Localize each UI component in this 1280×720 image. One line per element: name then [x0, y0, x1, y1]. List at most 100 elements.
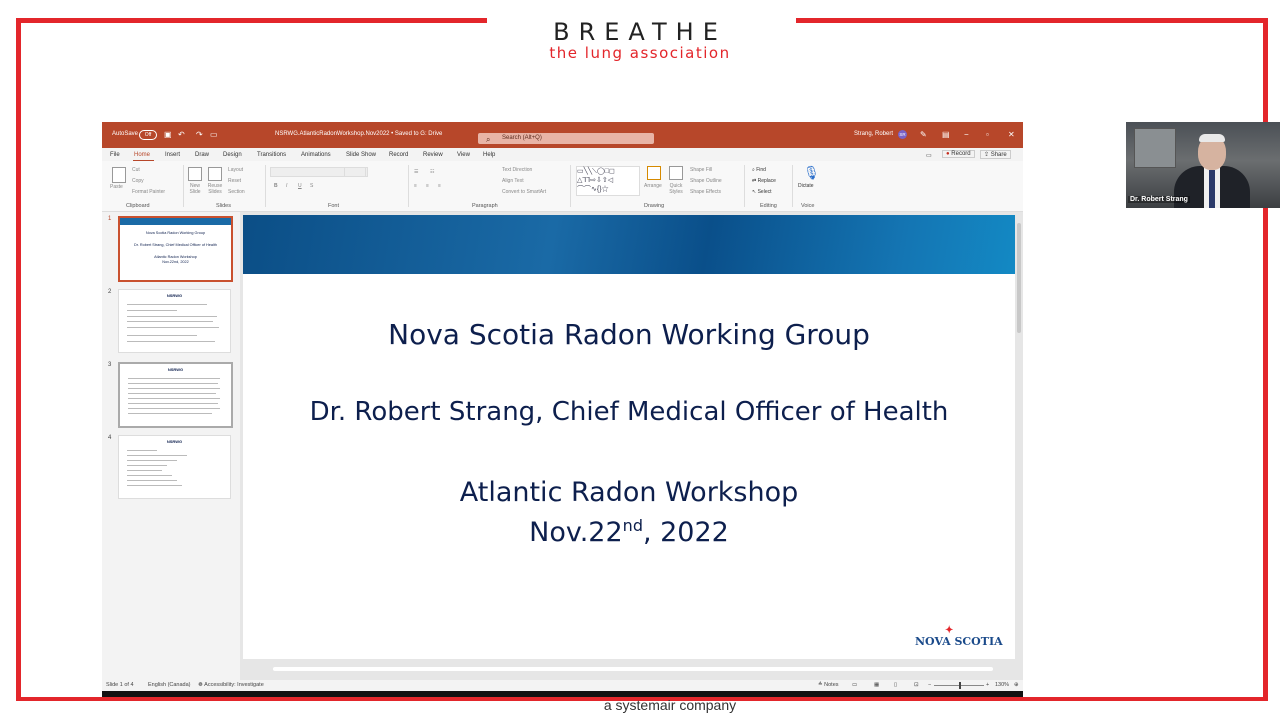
shape-outline-button[interactable]: Shape Outline: [690, 178, 722, 184]
paste-icon[interactable]: [112, 167, 126, 183]
ribbon-display-icon[interactable]: ▤: [942, 130, 950, 139]
record-button[interactable]: ● Record: [942, 150, 975, 158]
language-indicator[interactable]: English (Canada): [148, 682, 191, 688]
paste-button[interactable]: Paste: [110, 184, 123, 190]
shape-fill-button[interactable]: Shape Fill: [690, 167, 712, 173]
notes-button[interactable]: ≙ Notes: [818, 682, 839, 688]
cut-button[interactable]: Cut: [132, 167, 140, 173]
quick-styles-icon[interactable]: [669, 166, 683, 180]
scrollbar-thumb[interactable]: [273, 667, 993, 671]
zoom-out-icon[interactable]: −: [928, 682, 931, 688]
maximize-icon[interactable]: ▫: [986, 130, 989, 139]
tab-file[interactable]: File: [110, 152, 120, 158]
thumbnail-line: [127, 310, 177, 311]
microphone-icon[interactable]: 🎙: [803, 165, 820, 181]
frame-top-right: [796, 18, 1268, 23]
italic-icon[interactable]: I: [286, 183, 287, 189]
ribbon-separator: [265, 165, 266, 207]
comments-icon[interactable]: ▭: [926, 152, 932, 159]
arrange-icon[interactable]: [647, 166, 661, 180]
reuse-slides-icon[interactable]: [208, 167, 222, 181]
replace-button[interactable]: ⇄ Replace: [752, 178, 776, 184]
group-clipboard: Clipboard: [126, 203, 150, 209]
find-label: Find: [756, 167, 766, 173]
new-slide-icon[interactable]: [188, 167, 202, 181]
zoom-level[interactable]: 130%: [995, 682, 1009, 688]
text-direction-button[interactable]: Text Direction: [502, 167, 532, 173]
arrange-button[interactable]: Arrange: [644, 183, 662, 189]
bold-icon[interactable]: B: [274, 183, 278, 189]
numbering-icon[interactable]: ☷: [430, 169, 434, 175]
find-button[interactable]: ⌕ Find: [752, 167, 766, 173]
layout-button[interactable]: Layout: [228, 167, 243, 173]
align-left-icon[interactable]: ≡: [414, 183, 417, 189]
undo-icon[interactable]: ↶: [178, 130, 185, 139]
autosave-toggle[interactable]: Off: [139, 130, 157, 140]
tab-slide-show[interactable]: Slide Show: [346, 152, 376, 158]
slide-thumbnail-3[interactable]: NSRWG: [118, 362, 233, 428]
vertical-scrollbar[interactable]: [1016, 215, 1022, 659]
scrollbar-thumb[interactable]: [1017, 223, 1021, 333]
tab-insert[interactable]: Insert: [165, 152, 180, 158]
tab-draw[interactable]: Draw: [195, 152, 209, 158]
normal-view-icon[interactable]: ▭: [852, 682, 857, 688]
shape-effects-button[interactable]: Shape Effects: [690, 189, 721, 195]
reading-view-icon[interactable]: ▯: [894, 682, 897, 688]
zoom-slider-thumb[interactable]: [959, 682, 961, 689]
align-right-icon[interactable]: ≡: [438, 183, 441, 189]
copy-button[interactable]: Copy: [132, 178, 144, 184]
slide-date-year: , 2022: [642, 517, 729, 548]
zoom-in-icon[interactable]: +: [986, 682, 989, 688]
thumbnail-number: 2: [108, 289, 112, 295]
align-center-icon[interactable]: ≡: [426, 183, 429, 189]
section-button[interactable]: Section: [228, 189, 245, 195]
select-button[interactable]: ↖ Select: [752, 189, 772, 195]
fit-slide-icon[interactable]: ⊕: [1014, 682, 1019, 688]
reuse-slides-button[interactable]: Reuse Slides: [206, 183, 224, 195]
pen-icon[interactable]: ✎: [920, 130, 927, 139]
shadow-icon[interactable]: S: [310, 183, 313, 189]
horizontal-scrollbar[interactable]: [243, 665, 1015, 673]
align-text-button[interactable]: Align Text: [502, 178, 524, 184]
user-name[interactable]: Strang, Robert: [854, 131, 893, 137]
slide-date-main: Nov.22: [529, 517, 623, 548]
tab-animations[interactable]: Animations: [301, 152, 331, 158]
convert-smartart-button[interactable]: Convert to SmartArt: [502, 189, 546, 195]
ribbon-separator: [183, 165, 184, 207]
slide-sorter-icon[interactable]: ▦: [874, 682, 879, 688]
share-label: Share: [990, 152, 1007, 158]
close-icon[interactable]: ✕: [1008, 130, 1015, 139]
tab-help[interactable]: Help: [483, 152, 495, 158]
tab-design[interactable]: Design: [223, 152, 242, 158]
tab-view[interactable]: View: [457, 152, 470, 158]
tab-transitions[interactable]: Transitions: [257, 152, 286, 158]
search-input[interactable]: ⌕ Search (Alt+Q): [478, 133, 654, 144]
slideshow-icon[interactable]: ⊡: [914, 682, 919, 688]
tab-record[interactable]: Record: [389, 152, 408, 158]
dictate-button[interactable]: Dictate: [798, 183, 814, 189]
tab-home[interactable]: Home: [134, 152, 150, 158]
font-size-dropdown[interactable]: [344, 167, 366, 177]
file-title[interactable]: NSRWG.AtlanticRadonWorkshop.Nov2022 • Sa…: [275, 131, 442, 137]
reset-button[interactable]: Reset: [228, 178, 241, 184]
tab-review[interactable]: Review: [423, 152, 443, 158]
accessibility-button[interactable]: ☸ Accessibility: Investigate: [198, 682, 264, 688]
bullets-icon[interactable]: ☰: [414, 169, 418, 175]
minimize-icon[interactable]: −: [964, 130, 969, 139]
slide-thumbnail-1[interactable]: Nova Scotia Radon Working Group Dr. Robe…: [118, 216, 233, 282]
thumbnail-line: [127, 485, 182, 486]
status-bar: Slide 1 of 4 English (Canada) ☸ Accessib…: [102, 680, 1023, 691]
new-slide-button[interactable]: New Slide: [187, 183, 203, 195]
current-slide[interactable]: Nova Scotia Radon Working Group Dr. Robe…: [243, 215, 1015, 659]
underline-icon[interactable]: U: [298, 183, 302, 189]
slide-thumbnail-2[interactable]: NSRWG: [118, 289, 231, 353]
format-painter-button[interactable]: Format Painter: [132, 189, 165, 195]
redo-icon[interactable]: ↷: [196, 130, 203, 139]
present-icon[interactable]: ▭: [210, 130, 218, 139]
save-icon[interactable]: ▣: [164, 130, 172, 139]
shapes-gallery[interactable]: ▭╲╲⟍◯□◻ △⅂⅂⇨⇩⇧◁ ⌒⌒∿{}☆: [576, 166, 640, 196]
slide-thumbnail-4[interactable]: NSRWG: [118, 435, 231, 499]
quick-styles-button[interactable]: Quick Styles: [666, 183, 686, 195]
user-avatar[interactable]: SR: [898, 130, 907, 139]
share-button[interactable]: ⇪ Share: [980, 150, 1011, 159]
